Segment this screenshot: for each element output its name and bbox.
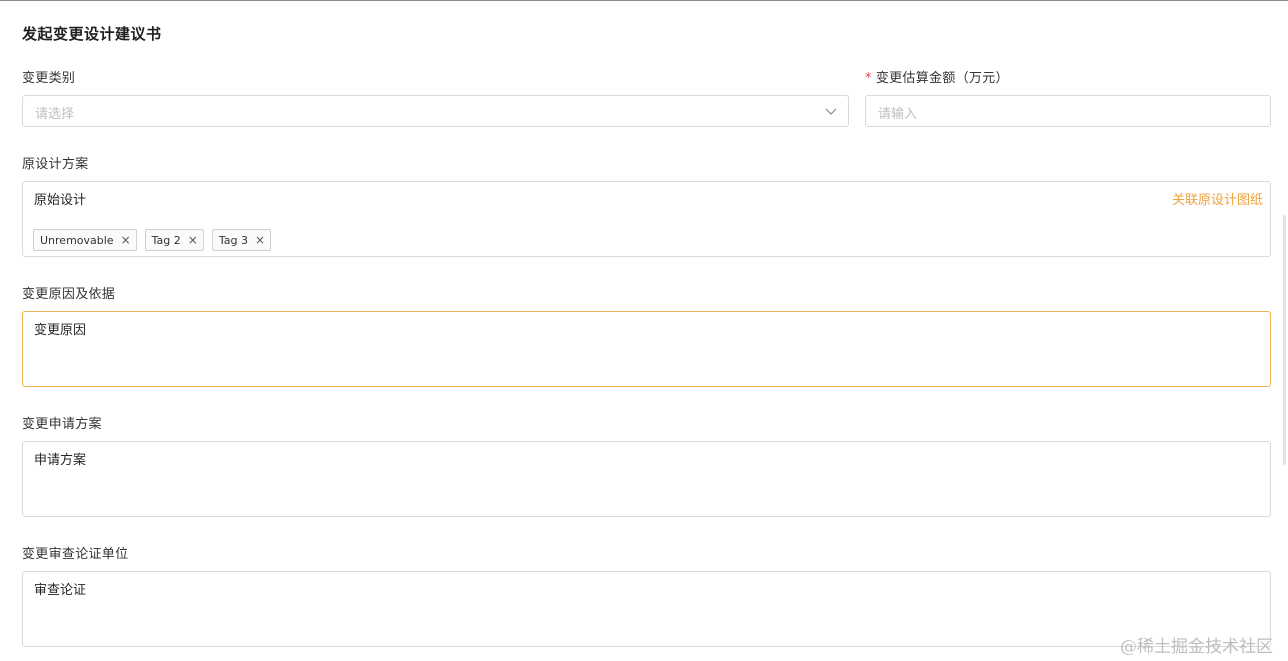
tag-item: Unremovable × bbox=[33, 229, 137, 251]
change-reason-textarea[interactable]: 变更原因 bbox=[22, 311, 1271, 387]
tag-label: Tag 3 bbox=[218, 233, 248, 247]
review-unit-textarea[interactable]: 审查论证 bbox=[22, 571, 1271, 647]
change-plan-textarea[interactable]: 申请方案 bbox=[22, 441, 1271, 517]
change-proposal-form: 发起变更设计建议书 变更类别 请选择 * 变更估算金额（万元） 请输入 原设计方案… bbox=[0, 0, 1288, 661]
change-plan-value: 申请方案 bbox=[34, 453, 87, 468]
change-plan-label: 变更申请方案 bbox=[22, 417, 102, 432]
tag-list: Unremovable × Tag 2 × Tag 3 × bbox=[33, 229, 272, 251]
tag-label: Tag 2 bbox=[151, 233, 181, 247]
chevron-down-icon[interactable] bbox=[824, 104, 838, 118]
estimated-amount-label: * 变更估算金额（万元） bbox=[865, 67, 1009, 86]
change-type-placeholder: 请选择 bbox=[35, 107, 75, 122]
close-icon[interactable]: × bbox=[188, 234, 198, 246]
review-unit-label: 变更审查论证单位 bbox=[22, 547, 129, 562]
estimated-amount-input[interactable]: 请输入 bbox=[865, 95, 1271, 127]
change-reason-label: 变更原因及依据 bbox=[22, 287, 116, 302]
change-type-label: 变更类别 bbox=[22, 71, 76, 86]
review-unit-value: 审查论证 bbox=[34, 583, 87, 598]
scrollbar[interactable] bbox=[1283, 215, 1286, 465]
page-title: 发起变更设计建议书 bbox=[22, 25, 162, 43]
close-icon[interactable]: × bbox=[255, 234, 265, 246]
change-reason-value: 变更原因 bbox=[34, 323, 87, 338]
estimated-amount-label-text: 变更估算金额（万元） bbox=[875, 71, 1009, 86]
tag-item: Tag 2 × bbox=[144, 229, 204, 251]
link-original-drawings-button[interactable]: 关联原设计图纸 bbox=[1172, 189, 1263, 208]
watermark: @稀土掘金技术社区 bbox=[1120, 637, 1273, 657]
required-mark: * bbox=[865, 71, 872, 86]
original-design-label: 原设计方案 bbox=[22, 157, 89, 172]
original-design-value: 原始设计 bbox=[34, 193, 87, 208]
estimated-amount-placeholder: 请输入 bbox=[878, 107, 918, 122]
change-type-select[interactable]: 请选择 bbox=[22, 95, 849, 127]
close-icon[interactable]: × bbox=[121, 234, 131, 246]
original-design-textarea[interactable]: 原始设计 关联原设计图纸 Unremovable × Tag 2 × Tag 3… bbox=[22, 181, 1271, 257]
tag-item: Tag 3 × bbox=[211, 229, 272, 251]
tag-label: Unremovable bbox=[40, 233, 114, 247]
